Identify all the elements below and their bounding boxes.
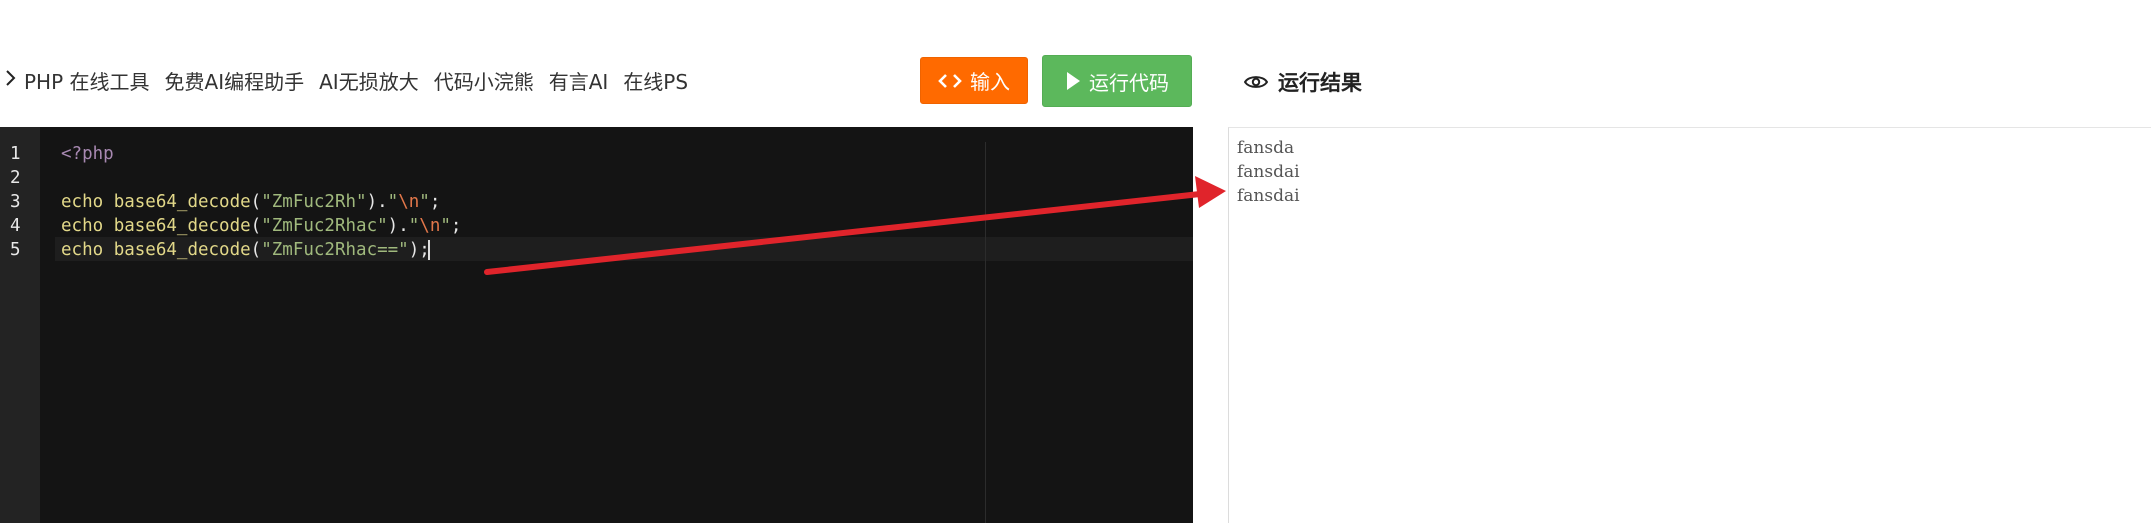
- echo-keyword: echo: [61, 216, 104, 236]
- nav-link-youyan-ai[interactable]: 有言AI: [549, 66, 609, 98]
- paren-close-semicolon: );: [408, 240, 430, 260]
- echo-keyword: echo: [61, 240, 104, 260]
- string-quote: ": [408, 216, 420, 236]
- result-title: 运行结果: [1278, 71, 1362, 95]
- echo-keyword: echo: [61, 192, 104, 212]
- string-arg: "ZmFuc2Rh": [261, 192, 367, 212]
- string-arg: "ZmFuc2Rhac==": [261, 240, 409, 260]
- eye-icon: [1244, 76, 1268, 88]
- text-cursor: [427, 240, 430, 260]
- code-line-4: echo base64_decode("ZmFuc2Rhac")."\n";: [61, 214, 461, 238]
- string-quote: ": [419, 192, 430, 212]
- paren-open: (: [250, 192, 262, 212]
- newline-escape: \n: [419, 216, 441, 236]
- input-button-label: 输入: [970, 70, 1010, 94]
- line-number-gutter: 1 2 3 4 5: [0, 127, 40, 523]
- nav-link-ai-coding-assistant[interactable]: 免费AI编程助手: [165, 66, 305, 98]
- line-number: 5: [10, 240, 21, 260]
- newline-escape: \n: [398, 192, 420, 212]
- string-arg: "ZmFuc2Rhac": [261, 216, 388, 236]
- toolbar: PHP 在线工具 免费AI编程助手 AI无损放大 代码小浣熊 有言AI 在线PS…: [0, 50, 1200, 114]
- code-line-5: echo base64_decode("ZmFuc2Rhac==");: [61, 238, 430, 262]
- line-number: 1: [10, 144, 21, 164]
- play-icon: [1067, 72, 1080, 90]
- function-name: base64_decode: [113, 216, 251, 236]
- string-quote: ": [387, 192, 399, 212]
- nav-links: PHP 在线工具 免费AI编程助手 AI无损放大 代码小浣熊 有言AI 在线PS: [24, 66, 688, 98]
- run-code-button-label: 运行代码: [1089, 70, 1169, 95]
- input-button[interactable]: 输入: [920, 57, 1028, 104]
- semicolon: ;: [429, 192, 441, 212]
- code-line-3: echo base64_decode("ZmFuc2Rh")."\n";: [61, 190, 440, 214]
- line-number: 3: [10, 192, 21, 212]
- code-brackets-icon: [938, 73, 962, 88]
- chevron-right-icon[interactable]: [4, 66, 18, 90]
- output-line: fansdai: [1237, 162, 1300, 182]
- code-editor[interactable]: 1 2 3 4 5 <?php echo base64_decode("ZmFu…: [0, 127, 1193, 523]
- paren-close-concat: ).: [387, 216, 409, 236]
- output-lines: fansda fansdai fansdai: [1237, 136, 1300, 208]
- nav-link-php-tool[interactable]: PHP 在线工具: [24, 66, 150, 98]
- run-code-button[interactable]: 运行代码: [1042, 55, 1192, 107]
- nav-link-code-raccoon[interactable]: 代码小浣熊: [434, 66, 534, 98]
- paren-open: (: [250, 216, 262, 236]
- paren-close-concat: ).: [366, 192, 388, 212]
- function-name: base64_decode: [113, 240, 251, 260]
- output-line: fansda: [1237, 138, 1295, 158]
- nav-link-ai-upscale[interactable]: AI无损放大: [319, 66, 419, 98]
- semicolon: ;: [450, 216, 462, 236]
- line-number: 2: [10, 168, 21, 188]
- line-number: 4: [10, 216, 21, 236]
- code-line-1: <?php: [61, 142, 114, 166]
- string-quote: ": [440, 216, 451, 236]
- output-line: fansdai: [1237, 186, 1300, 206]
- print-margin: [985, 142, 986, 523]
- php-open-tag: <?php: [61, 144, 114, 164]
- result-output-panel: fansda fansdai fansdai: [1228, 127, 2151, 523]
- function-name: base64_decode: [113, 192, 251, 212]
- result-header: 运行结果: [1244, 67, 1362, 97]
- paren-open: (: [250, 240, 262, 260]
- nav-link-online-ps[interactable]: 在线PS: [623, 66, 688, 98]
